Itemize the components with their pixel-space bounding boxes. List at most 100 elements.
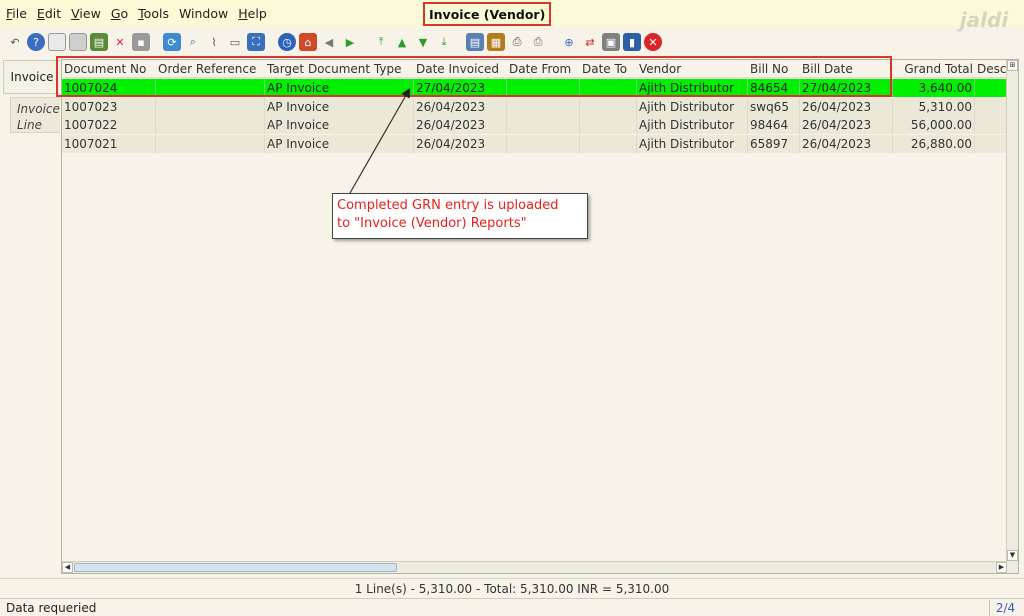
table-cell[interactable]: [507, 97, 580, 116]
table-cell[interactable]: swq65: [748, 97, 800, 116]
scroll-left-icon[interactable]: ◀: [62, 562, 73, 573]
history-icon[interactable]: ◷: [278, 33, 296, 51]
table-cell[interactable]: 5,310.00: [893, 97, 975, 116]
table-cell[interactable]: 26/04/2023: [414, 134, 507, 153]
column-header[interactable]: Bill No: [748, 60, 800, 78]
table-cell[interactable]: 65897: [748, 134, 800, 153]
table-cell[interactable]: Ajith Distributor: [637, 97, 748, 116]
table-cell[interactable]: [975, 79, 1007, 97]
table-cell[interactable]: 27/04/2023: [414, 79, 507, 97]
column-header[interactable]: Date From: [507, 60, 580, 78]
zoom-icon[interactable]: ⊕: [560, 33, 578, 51]
table-cell[interactable]: [975, 134, 1007, 153]
table-cell[interactable]: Ajith Distributor: [637, 79, 748, 97]
column-header[interactable]: Descri: [975, 60, 1007, 78]
save-icon[interactable]: ▤: [90, 33, 108, 51]
scroll-right-icon[interactable]: ▶: [996, 562, 1007, 573]
table-cell[interactable]: 1007024: [62, 79, 156, 97]
menu-window[interactable]: Window: [174, 6, 233, 21]
grid-toggle-icon[interactable]: ⛶: [247, 33, 265, 51]
table-row[interactable]: 1007023 AP Invoice 26/04/2023 Ajith Distrib…: [62, 97, 1007, 116]
menu-go[interactable]: Go: [106, 6, 133, 21]
table-cell[interactable]: AP Invoice: [265, 79, 414, 97]
table-cell[interactable]: Ajith Distributor: [637, 134, 748, 153]
table-cell[interactable]: [507, 116, 580, 134]
table-cell[interactable]: [156, 134, 265, 153]
first-record-icon[interactable]: ⤒: [372, 33, 390, 51]
column-header[interactable]: Order Reference: [156, 60, 265, 78]
column-header[interactable]: Date To: [580, 60, 637, 78]
column-header[interactable]: Grand Total: [893, 60, 975, 78]
menu-tools[interactable]: Tools: [133, 6, 174, 21]
table-cell[interactable]: 26/04/2023: [800, 97, 893, 116]
table-cell[interactable]: [507, 134, 580, 153]
table-cell[interactable]: [975, 116, 1007, 134]
workflow-icon[interactable]: ⇄: [581, 33, 599, 51]
table-cell[interactable]: [580, 134, 637, 153]
attachment-icon[interactable]: ⌇: [205, 33, 223, 51]
table-cell[interactable]: [156, 116, 265, 134]
table-cell[interactable]: 56,000.00: [893, 116, 975, 134]
table-cell[interactable]: 1007021: [62, 134, 156, 153]
scroll-up-icon[interactable]: ⊞: [1007, 60, 1018, 71]
horizontal-scroll-thumb[interactable]: [74, 563, 397, 572]
back-icon[interactable]: ◀: [320, 33, 338, 51]
tab-invoice[interactable]: Invoice: [3, 60, 60, 94]
table-row[interactable]: 1007021 AP Invoice 26/04/2023 Ajith Distrib…: [62, 134, 1007, 153]
delete-icon[interactable]: ✕: [111, 33, 129, 51]
table-cell[interactable]: [580, 79, 637, 97]
table-cell[interactable]: [580, 97, 637, 116]
table-cell[interactable]: [156, 97, 265, 116]
table-cell[interactable]: 84654: [748, 79, 800, 97]
last-record-icon[interactable]: ⤓: [435, 33, 453, 51]
table-cell[interactable]: AP Invoice: [265, 97, 414, 116]
copy-icon[interactable]: [69, 33, 87, 51]
forward-icon[interactable]: ▶: [341, 33, 359, 51]
column-header[interactable]: Date Invoiced: [414, 60, 507, 78]
table-cell[interactable]: 1007022: [62, 116, 156, 134]
column-header[interactable]: Bill Date: [800, 60, 893, 78]
home-icon[interactable]: ⌂: [299, 33, 317, 51]
table-cell[interactable]: 26/04/2023: [800, 134, 893, 153]
column-header[interactable]: Document No: [62, 60, 156, 78]
column-header[interactable]: Target Document Type: [265, 60, 414, 78]
table-cell[interactable]: 26,880.00: [893, 134, 975, 153]
report-icon[interactable]: ▤: [466, 33, 484, 51]
table-row[interactable]: 1007022 AP Invoice 26/04/2023 Ajith Distrib…: [62, 116, 1007, 134]
menu-file[interactable]: File: [0, 6, 32, 21]
table-cell[interactable]: AP Invoice: [265, 134, 414, 153]
refresh-icon[interactable]: ⟳: [163, 33, 181, 51]
column-header[interactable]: Vendor: [637, 60, 748, 78]
save-disabled-icon[interactable]: ▪: [132, 33, 150, 51]
table-cell[interactable]: 3,640.00: [893, 79, 975, 97]
vertical-scrollbar[interactable]: ⊞ ▼: [1006, 60, 1018, 573]
scroll-down-icon[interactable]: ▼: [1007, 550, 1018, 561]
find-icon[interactable]: ⌕: [184, 33, 202, 51]
menu-edit[interactable]: Edit: [32, 6, 66, 21]
chat-icon[interactable]: ▭: [226, 33, 244, 51]
table-cell[interactable]: 98464: [748, 116, 800, 134]
table-cell[interactable]: [156, 79, 265, 97]
table-cell[interactable]: Ajith Distributor: [637, 116, 748, 134]
product-icon[interactable]: ▣: [602, 33, 620, 51]
print-icon[interactable]: ⎙: [529, 33, 547, 51]
table-cell[interactable]: [580, 116, 637, 134]
print-preview-icon[interactable]: ⎙: [508, 33, 526, 51]
table-cell[interactable]: AP Invoice: [265, 116, 414, 134]
table-cell[interactable]: 26/04/2023: [414, 97, 507, 116]
previous-record-icon[interactable]: ▲: [393, 33, 411, 51]
record-indicator[interactable]: 2/4: [989, 599, 1021, 616]
table-cell[interactable]: [975, 97, 1007, 116]
table-cell[interactable]: 1007023: [62, 97, 156, 116]
table-cell[interactable]: [507, 79, 580, 97]
table-cell[interactable]: 27/04/2023: [800, 79, 893, 97]
undo-icon[interactable]: ↶: [6, 33, 24, 51]
help-icon[interactable]: ?: [27, 33, 45, 51]
new-icon[interactable]: [48, 33, 66, 51]
horizontal-scrollbar[interactable]: ◀ ▶: [62, 561, 1007, 573]
archive-icon[interactable]: ▦: [487, 33, 505, 51]
next-record-icon[interactable]: ▼: [414, 33, 432, 51]
close-window-icon[interactable]: ✕: [644, 33, 662, 51]
menu-view[interactable]: View: [66, 6, 106, 21]
table-cell[interactable]: 26/04/2023: [414, 116, 507, 134]
